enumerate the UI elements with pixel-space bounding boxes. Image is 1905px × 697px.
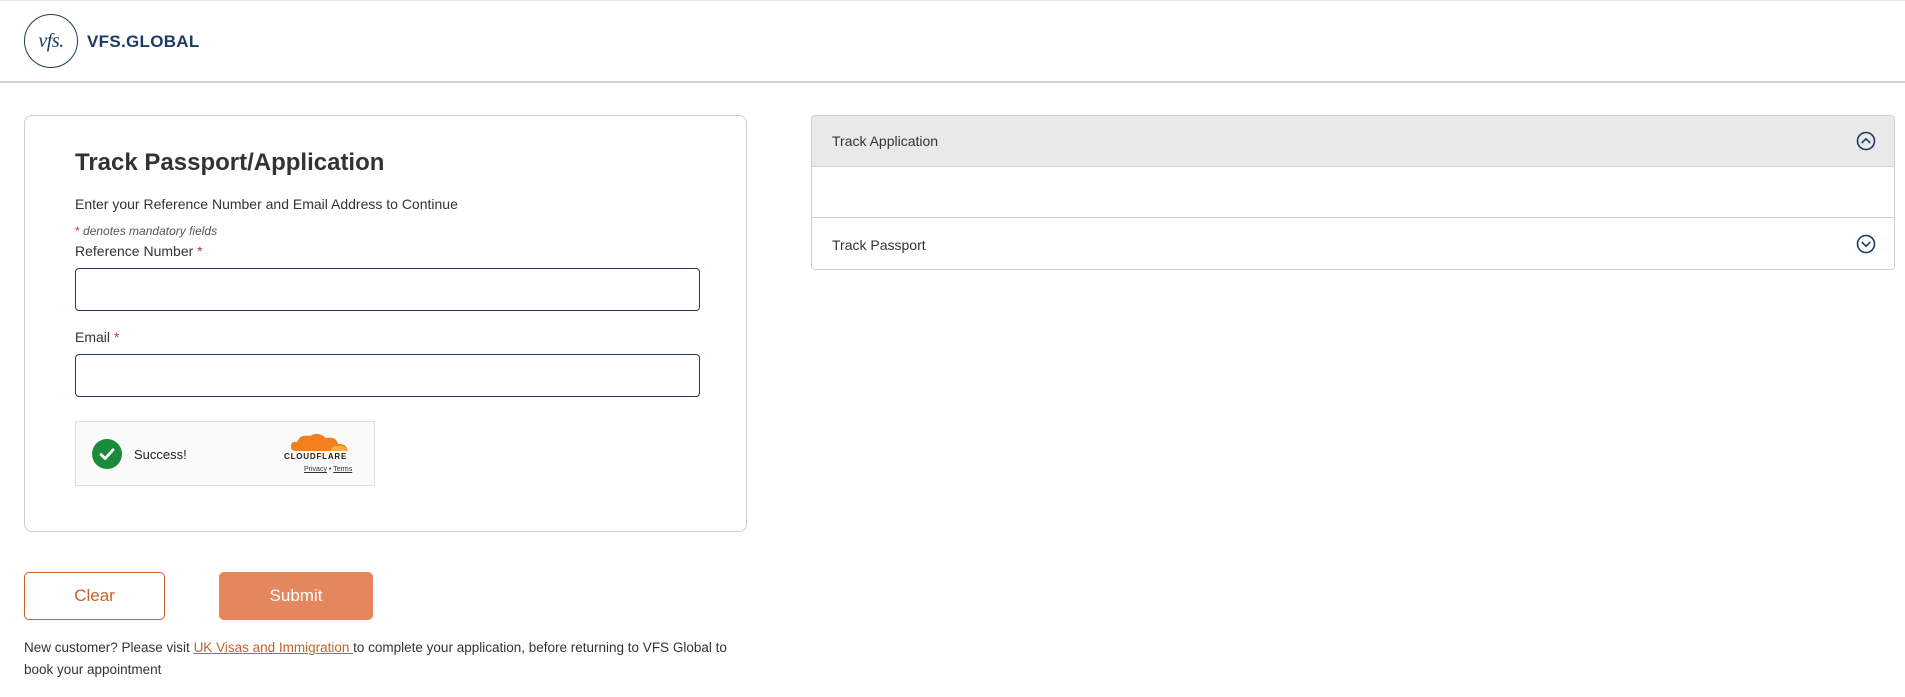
page-title: Track Passport/Application — [75, 149, 385, 176]
captcha-status: Success! — [134, 447, 187, 462]
mandatory-note-text: denotes mandatory fields — [83, 224, 218, 238]
note-text-before: New customer? Please visit — [24, 640, 194, 655]
email-label: Email * — [75, 329, 119, 345]
submit-button[interactable]: Submit — [219, 572, 373, 620]
cloudflare-links: Privacy • Terms — [304, 466, 352, 473]
new-customer-note: New customer? Please visit UK Visas and … — [24, 637, 744, 681]
required-asterisk: * — [75, 224, 80, 238]
mandatory-fields-note: * denotes mandatory fields — [75, 224, 217, 238]
accordion-label: Track Passport — [832, 236, 926, 253]
chevron-up-circle-icon[interactable] — [1856, 131, 1876, 151]
form-instructions: Enter your Reference Number and Email Ad… — [75, 196, 458, 212]
link-separator: • — [328, 466, 332, 473]
cloudflare-brand-text: CLOUDFLARE — [284, 452, 348, 461]
required-asterisk: * — [113, 329, 120, 345]
uk-visas-link[interactable]: UK Visas and Immigration — [194, 640, 354, 655]
chevron-down-circle-icon[interactable] — [1856, 234, 1876, 254]
email-label-text: Email — [75, 329, 111, 345]
email-input[interactable] — [75, 354, 700, 397]
required-asterisk: * — [197, 243, 203, 259]
track-application-panel — [812, 168, 1894, 218]
reference-number-input[interactable] — [75, 268, 700, 311]
accordion-track-application[interactable]: Track Application — [812, 116, 1894, 167]
terms-link[interactable]: Terms — [333, 466, 352, 473]
cloudflare-captcha-widget[interactable]: Success! CLOUDFLARE Privacy • Terms — [75, 421, 375, 486]
reference-number-label: Reference Number * — [75, 243, 203, 259]
tracking-accordion: Track Application Track Passport — [811, 115, 1895, 270]
logo-text[interactable]: VFS.GLOBAL — [87, 32, 200, 52]
privacy-link[interactable]: Privacy — [304, 466, 327, 473]
accordion-track-passport[interactable]: Track Passport — [812, 219, 1894, 269]
clear-button[interactable]: Clear — [24, 572, 165, 620]
vfs-logo-icon[interactable]: vfs. — [24, 14, 78, 68]
accordion-label: Track Application — [832, 133, 939, 149]
logo-mark: vfs. — [38, 29, 64, 52]
track-form-card: Track Passport/Application Enter your Re… — [24, 115, 747, 532]
site-header: vfs. VFS.GLOBAL — [0, 0, 1905, 83]
success-check-icon — [92, 439, 122, 469]
cloudflare-cloud-icon — [290, 433, 348, 451]
reference-label-text: Reference Number — [75, 243, 194, 259]
